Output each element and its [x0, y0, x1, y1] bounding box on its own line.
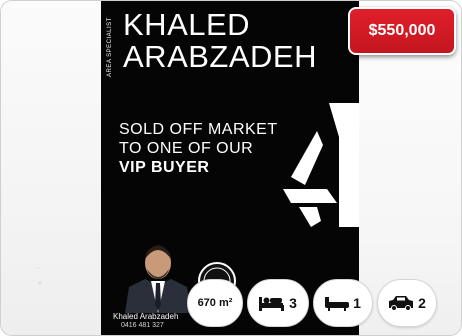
agency-logo-icon — [283, 103, 359, 227]
car-spaces-chip[interactable]: 2 — [377, 279, 437, 327]
listing-thumbnail-left-background: · · — [1, 1, 101, 335]
flyer-agent-first-name: KHALED — [123, 7, 251, 42]
bedrooms-count: 3 — [289, 295, 297, 311]
bathrooms-chip[interactable]: 1 — [313, 279, 373, 327]
property-features: 670 m² 3 1 2 — [187, 279, 437, 329]
price-tag[interactable]: $550,000 — [348, 7, 456, 55]
flyer-vertical-label: AREA SPECIALIST — [107, 17, 113, 77]
agent-portrait — [125, 245, 191, 313]
bathtub-icon — [325, 297, 350, 311]
car-icon — [389, 296, 414, 311]
flyer-message-line-1: SOLD OFF MARKET — [119, 121, 278, 138]
land-area-value: 670 m² — [197, 297, 233, 309]
flyer-agent-phone: 0416 481 327 — [121, 322, 164, 329]
bedrooms-chip[interactable]: 3 — [247, 279, 309, 327]
listing-card[interactable]: · · AREA SPECIALIST KHALED ARABZADEH SOL… — [0, 0, 462, 336]
flyer-agent-caption: Khaled Arabzadeh — [113, 312, 179, 321]
land-area-chip[interactable]: 670 m² — [187, 279, 243, 327]
flyer-agent-last-name: ARABZADEH — [123, 39, 317, 74]
bed-icon — [259, 297, 285, 311]
flyer-message-line-3: VIP BUYER — [119, 159, 210, 176]
flyer-message-line-2: TO ONE OF OUR — [119, 140, 254, 157]
bathrooms-count: 1 — [353, 295, 361, 311]
car-spaces-count: 2 — [418, 295, 426, 311]
